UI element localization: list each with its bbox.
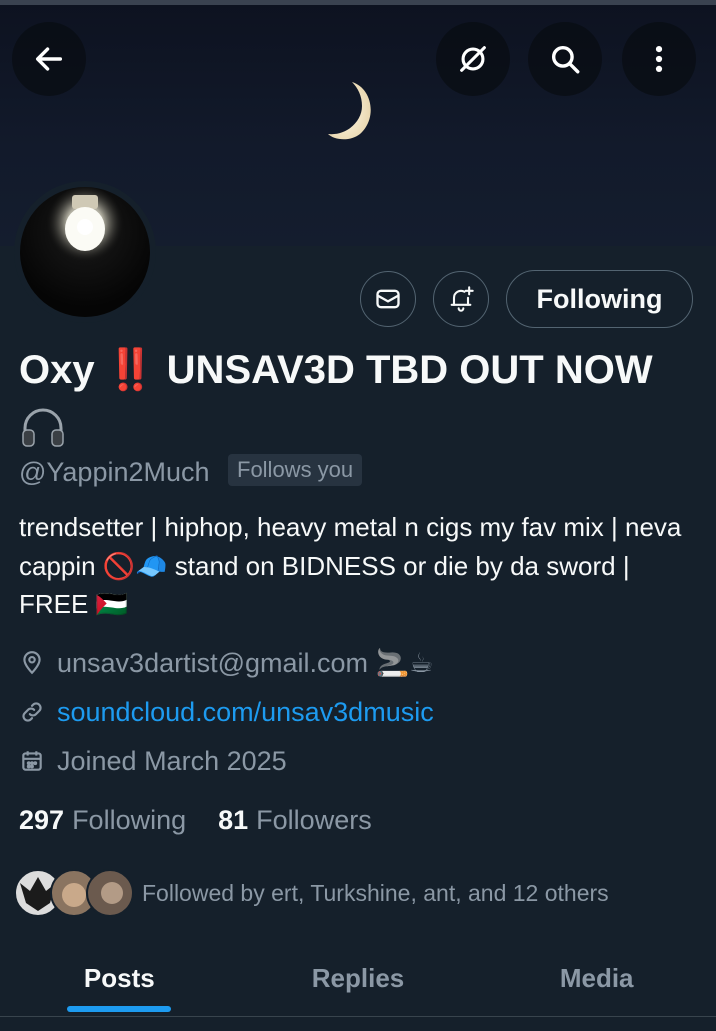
search-icon [551,45,580,74]
joined-row: Joined March 2025 [19,743,287,779]
follows-you-badge: Follows you [228,454,363,486]
search-button[interactable] [528,22,602,96]
display-name-rest: UNSAV3D TBD OUT NOW [166,348,653,392]
crescent-moon-image [328,82,371,140]
lightbulb-image [45,187,125,267]
follow-counts: 297 Following 81 Followers [19,801,372,839]
joined-text: Joined March 2025 [57,745,287,776]
tab-replies-label: Replies [311,962,405,993]
active-tab-indicator [67,1006,172,1012]
tab-media-label: Media [559,962,634,993]
display-name-text: Oxy [19,348,95,392]
double-exclamation-emoji: ‼️ [105,348,156,392]
following-count: 297 [19,804,65,835]
more-vertical-icon [655,45,663,73]
following-count-link[interactable]: 297 Following [19,805,186,836]
profile-tabs: Posts Replies Media [0,940,716,1016]
location-pin-icon [23,651,41,675]
link-icon [22,702,42,722]
tab-posts[interactable]: Posts [0,940,239,1016]
followers-label: Followers [256,804,372,835]
profile-handle: @Yappin2Much [19,457,210,487]
location-row: unsav3dartist@gmail.com 🚬☕ [19,645,433,681]
more-button[interactable] [622,22,696,96]
avatar-image [20,187,150,317]
arrow-left-icon [35,47,63,71]
profile-bio: trendsetter | hiphop, heavy metal n cigs… [19,512,682,619]
back-button[interactable] [12,22,86,96]
calendar-icon [22,751,42,771]
website-link[interactable]: soundcloud.com/unsav3dmusic [57,697,434,728]
followed-by-text: Followed by ert, Turkshine, ant, and 12 … [142,879,609,906]
following-button[interactable]: Following [506,270,693,328]
status-bar-edge [0,0,716,5]
followed-by-row[interactable]: Followed by ert, Turkshine, ant, and 12 … [14,868,609,918]
website-row[interactable]: soundcloud.com/unsav3dmusic [19,694,434,730]
notifications-button[interactable] [433,271,489,327]
tabs-divider [0,1016,716,1017]
followers-count: 81 [218,804,249,835]
profile-avatar[interactable] [14,181,156,323]
followers-count-link[interactable]: 81 Followers [218,805,372,836]
grok-button[interactable] [436,22,510,96]
bell-plus-icon [450,286,474,312]
message-button[interactable] [360,271,416,327]
tab-posts-label: Posts [83,962,155,993]
headphones-icon [22,408,64,447]
grok-icon [460,46,486,72]
tab-replies[interactable]: Replies [239,940,478,1016]
tab-media[interactable]: Media [477,940,716,1016]
envelope-icon [376,289,400,309]
follower-avatar [86,869,134,917]
location-text: unsav3dartist@gmail.com 🚬☕ [57,648,434,678]
display-name: Oxy ‼️ UNSAV3D TBD OUT NOW [19,344,699,396]
following-label: Following [72,804,187,835]
